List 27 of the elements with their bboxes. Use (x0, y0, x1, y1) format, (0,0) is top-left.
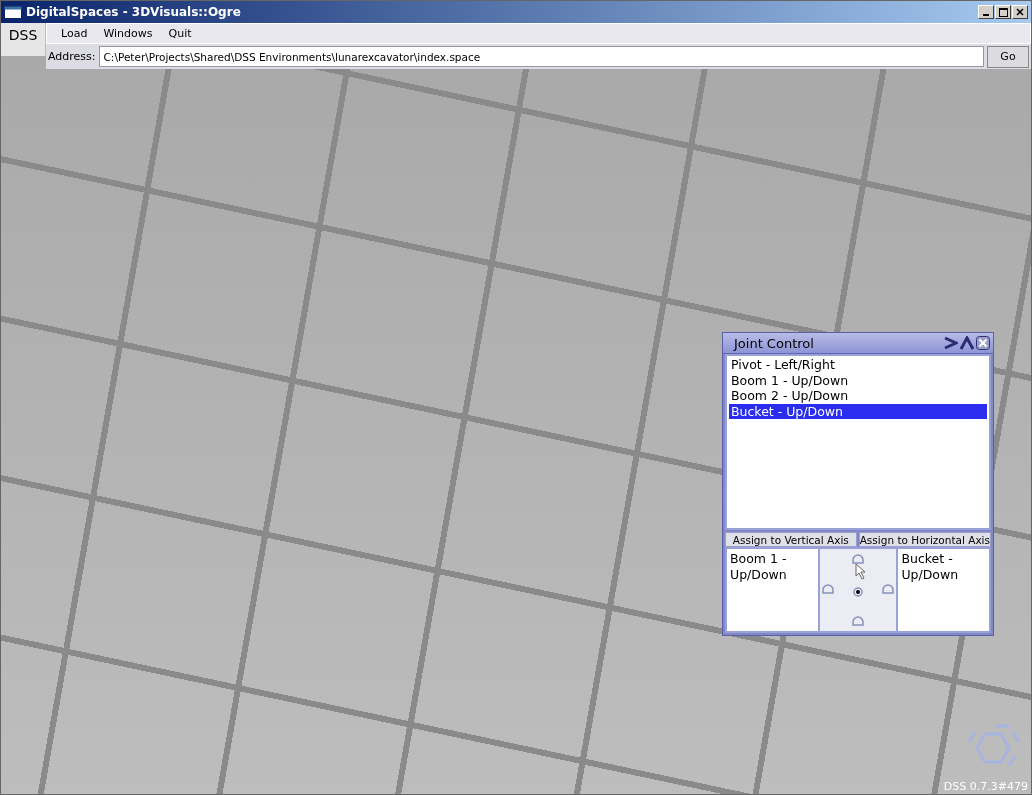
assign-button[interactable]: Assign to Vertical Axis (725, 532, 857, 547)
horizontal-axis-label: Bucket - Up/Down (900, 550, 960, 584)
menu-item[interactable]: Windows (95, 27, 161, 40)
assign-button[interactable]: Assign to Horizontal Axis (858, 532, 991, 547)
dss-button[interactable]: DSS (1, 23, 46, 56)
joint-item[interactable]: Pivot - Left/Right (729, 357, 987, 373)
joint-item[interactable]: Bucket - Up/Down (729, 403, 987, 419)
go-button[interactable]: Go (987, 45, 1029, 68)
vertical-axis-label: Boom 1 - Up/Down (729, 550, 788, 584)
close-button[interactable] (1012, 5, 1028, 19)
address-label: Address: (48, 50, 96, 63)
chevron-right-icon[interactable] (944, 336, 958, 350)
window-title: DigitalSpaces - 3DVisuals::Ogre (26, 5, 242, 19)
close-icon[interactable] (976, 336, 990, 350)
joint-item[interactable]: Boom 1 - Up/Down (729, 372, 987, 388)
version-label: DSS 0.7.3#479 (943, 780, 1028, 793)
panel-title[interactable]: Joint Control (734, 335, 944, 351)
chevron-up-icon[interactable] (960, 336, 974, 350)
minimize-button[interactable] (978, 5, 994, 19)
close-icon (1016, 8, 1024, 16)
app-icon (4, 5, 22, 19)
menu-item[interactable]: Load (53, 27, 96, 40)
maximize-icon (998, 7, 1008, 17)
menu-item[interactable]: Quit (160, 27, 200, 40)
maximize-button[interactable] (995, 5, 1011, 19)
address-field[interactable]: C:\Peter\Projects\Shared\DSS Environments\lunarexcavator\index.space (98, 46, 984, 67)
joint-item[interactable]: Boom 2 - Up/Down (729, 388, 987, 404)
